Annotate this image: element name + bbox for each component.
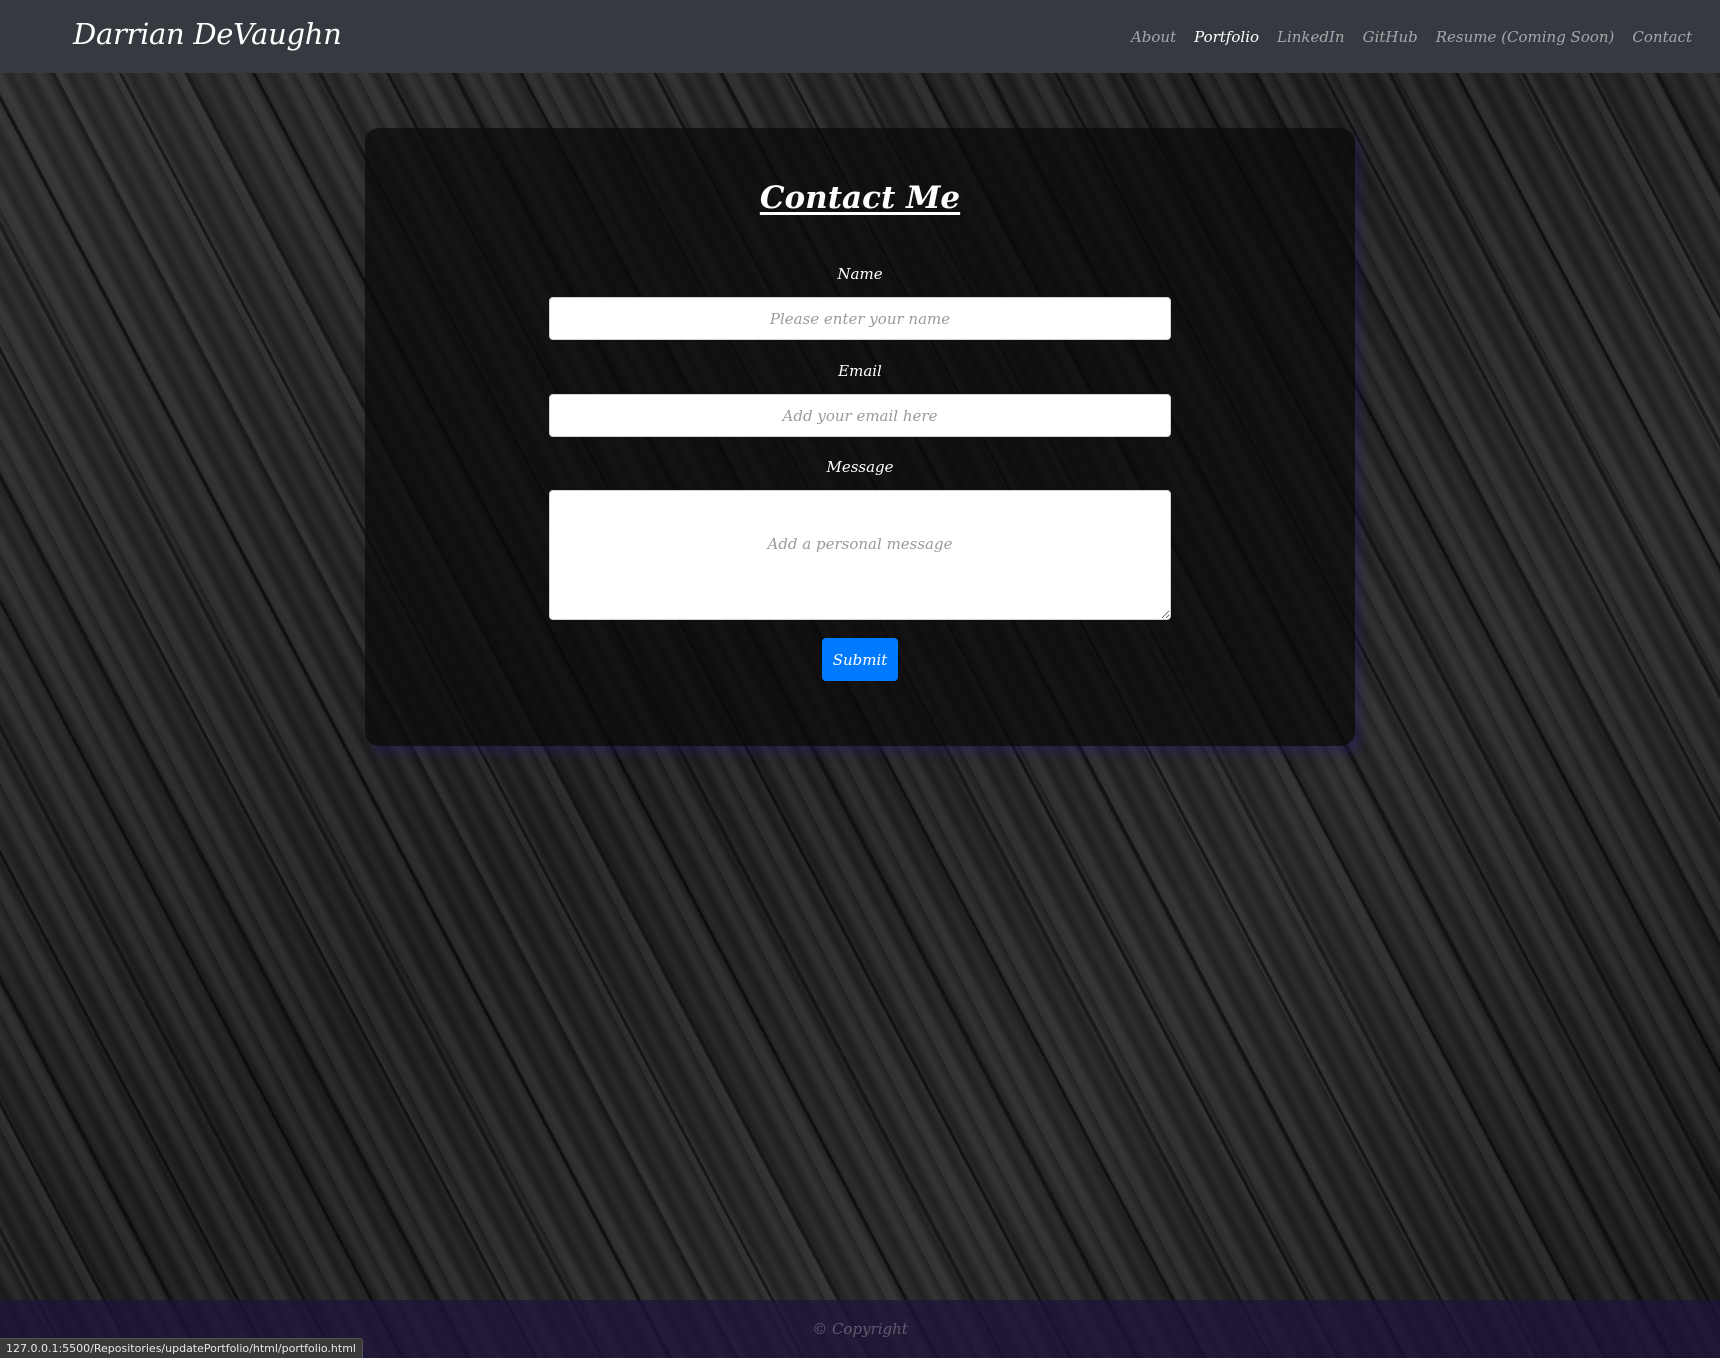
site-brand[interactable]: Darrian DeVaughn (73, 17, 342, 51)
message-label: Message (826, 458, 894, 476)
nav-links: About Portfolio LinkedIn GitHub Resume (… (1131, 28, 1692, 46)
copyright-text: © Copyright (812, 1320, 908, 1338)
contact-title: Contact Me (759, 180, 961, 216)
message-textarea[interactable] (549, 490, 1171, 620)
email-input[interactable] (549, 394, 1171, 437)
top-navbar: Darrian DeVaughn About Portfolio LinkedI… (0, 0, 1720, 73)
submit-button[interactable]: Submit (822, 638, 898, 681)
status-url: 127.0.0.1:5500/Repositories/updatePortfo… (6, 1342, 356, 1355)
nav-link-resume[interactable]: Resume (Coming Soon) (1436, 28, 1615, 46)
nav-link-about[interactable]: About (1131, 28, 1176, 46)
browser-status-bar: 127.0.0.1:5500/Repositories/updatePortfo… (0, 1338, 363, 1358)
nav-link-linkedin[interactable]: LinkedIn (1277, 28, 1345, 46)
nav-link-github[interactable]: GitHub (1363, 28, 1418, 46)
name-input[interactable] (549, 297, 1171, 340)
name-label: Name (837, 265, 883, 283)
nav-link-portfolio[interactable]: Portfolio (1194, 28, 1259, 46)
email-label: Email (838, 362, 882, 380)
nav-link-contact[interactable]: Contact (1632, 28, 1692, 46)
